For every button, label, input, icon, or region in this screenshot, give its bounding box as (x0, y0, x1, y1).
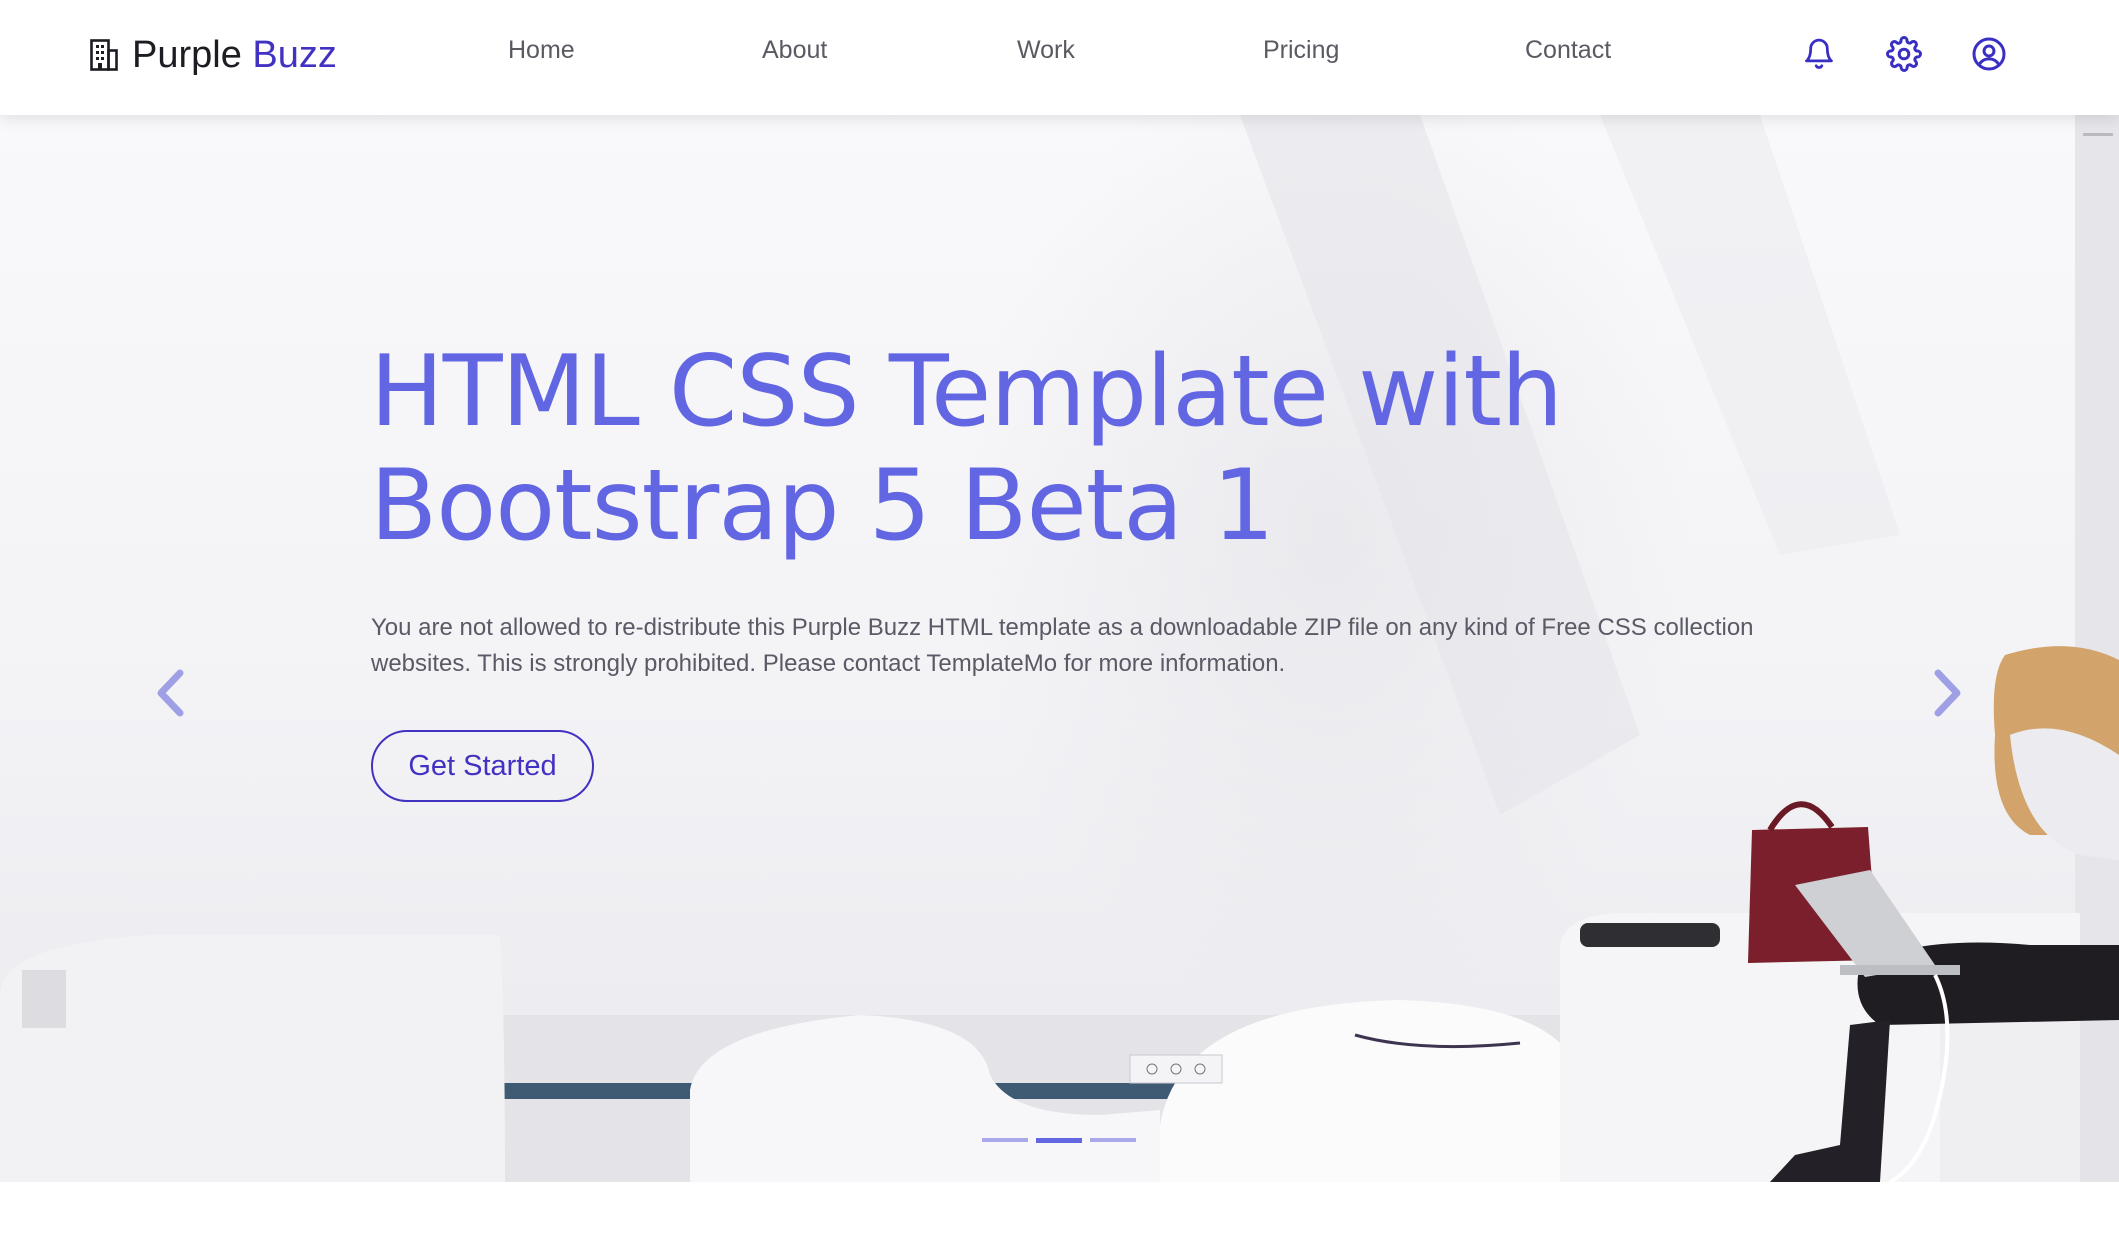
nav-link-contact[interactable]: Contact (1525, 36, 1611, 65)
hero-description: You are not allowed to re-distribute thi… (371, 614, 1754, 677)
carousel-indicators (982, 1138, 1136, 1143)
get-started-button[interactable]: Get Started (371, 730, 594, 802)
hero-title-line-1: HTML CSS Template with (370, 335, 1563, 449)
chevron-right-icon (1930, 667, 1966, 724)
bell-icon[interactable] (1800, 35, 1838, 73)
carousel-indicator-1[interactable] (982, 1138, 1028, 1142)
navbar: Purple Buzz Home About Work Pricing Cont… (0, 0, 2119, 115)
chevron-left-icon (152, 667, 188, 724)
hero-carousel: HTML CSS Template with Bootstrap 5 Beta … (0, 115, 2119, 1182)
nav-link-about[interactable]: About (762, 36, 827, 65)
nav-link-pricing[interactable]: Pricing (1263, 36, 1339, 65)
hero-title: HTML CSS Template with Bootstrap 5 Beta … (370, 335, 1770, 563)
carousel-next-button[interactable] (1918, 655, 1978, 735)
user-circle-icon[interactable] (1970, 35, 2008, 73)
gear-icon[interactable] (1885, 35, 1923, 73)
nav-link-work[interactable]: Work (1017, 36, 1075, 65)
nav-link-home[interactable]: Home (508, 36, 575, 65)
hero-title-line-2: Bootstrap 5 Beta 1 (370, 449, 1275, 563)
carousel-indicator-3[interactable] (1090, 1138, 1136, 1142)
carousel-prev-button[interactable] (140, 655, 200, 735)
carousel-indicator-2[interactable] (1036, 1138, 1082, 1143)
